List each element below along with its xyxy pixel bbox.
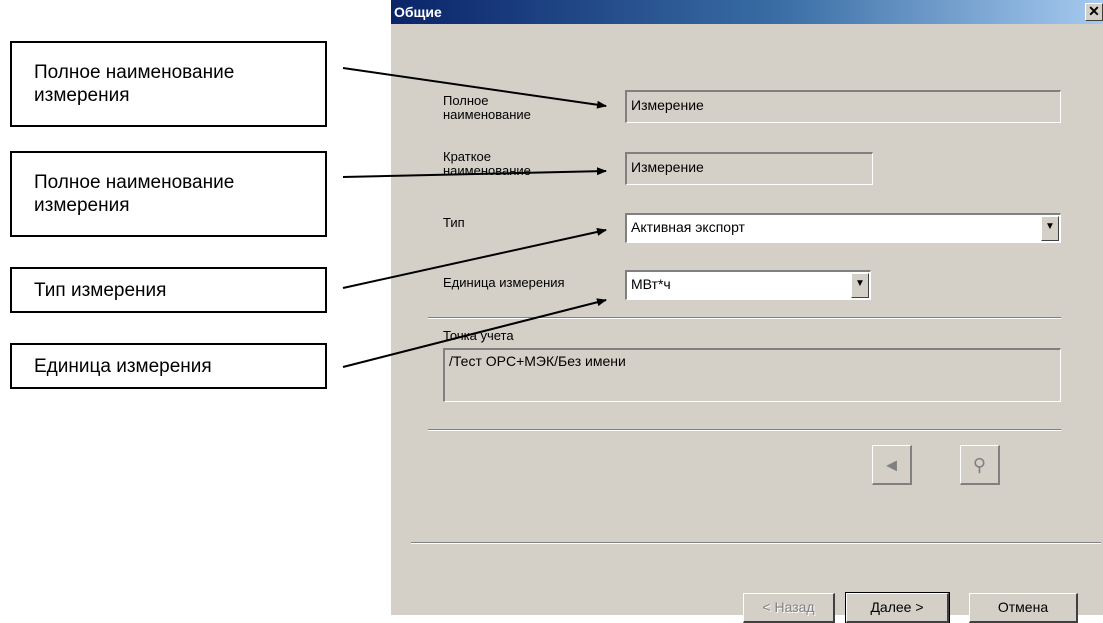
tool-button[interactable]: ⚲ bbox=[960, 445, 1000, 485]
speaker-icon: ◄ bbox=[882, 455, 901, 475]
cancel-button[interactable]: Отмена bbox=[969, 593, 1078, 623]
full-name-label: Полное наименование bbox=[443, 93, 531, 122]
type-select[interactable]: Активная экспорт ▼ bbox=[625, 213, 1061, 243]
unit-label: Единица измерения bbox=[443, 275, 565, 290]
type-select-value: Активная экспорт bbox=[631, 219, 745, 235]
callout-unit: Единица измерения bbox=[10, 343, 327, 389]
divider bbox=[428, 429, 1061, 431]
chevron-down-icon[interactable]: ▼ bbox=[851, 273, 869, 298]
full-name-field[interactable]: Измерение bbox=[625, 90, 1061, 123]
unit-select[interactable]: МВт*ч ▼ bbox=[625, 270, 871, 300]
short-name-field[interactable]: Измерение bbox=[625, 152, 873, 185]
metering-point-label: Точка учета bbox=[443, 328, 514, 343]
metering-point-field[interactable]: /Тест OPC+МЭК/Без имени bbox=[443, 348, 1061, 402]
speaker-button[interactable]: ◄ bbox=[872, 445, 912, 485]
callout-full-name: Полное наименование измерения bbox=[10, 41, 327, 127]
short-name-label: Краткое наименование bbox=[443, 149, 531, 178]
tool-icon: ⚲ bbox=[972, 455, 987, 475]
dialog-window: Общие ✕ Полное наименование Измерение Кр… bbox=[389, 0, 1103, 623]
unit-select-value: МВт*ч bbox=[631, 276, 671, 292]
callout-type: Тип измерения bbox=[10, 267, 327, 313]
divider bbox=[428, 317, 1061, 319]
dialog-title: Общие bbox=[394, 4, 442, 20]
next-button[interactable]: Далее > bbox=[845, 592, 950, 623]
type-label: Тип bbox=[443, 215, 465, 230]
back-button[interactable]: < Назад bbox=[743, 593, 835, 623]
callout-short-name: Полное наименование измерения bbox=[10, 151, 327, 237]
close-icon: ✕ bbox=[1088, 3, 1100, 19]
chevron-down-icon[interactable]: ▼ bbox=[1041, 216, 1059, 241]
close-button[interactable]: ✕ bbox=[1085, 3, 1103, 21]
divider bbox=[411, 542, 1101, 544]
dialog-titlebar: Общие ✕ bbox=[391, 0, 1103, 24]
